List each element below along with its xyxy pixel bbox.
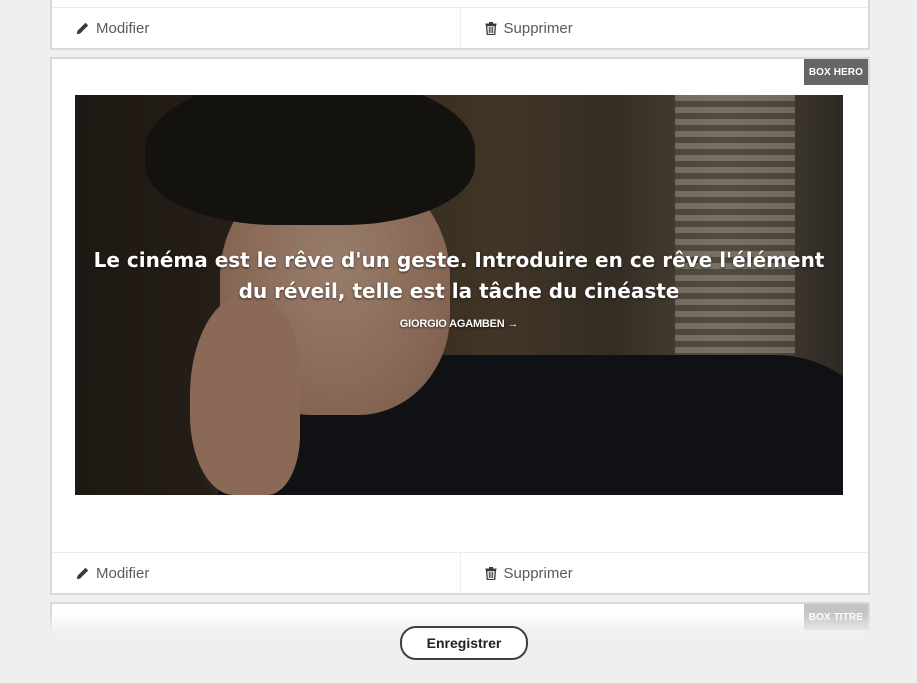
trash-icon xyxy=(485,21,496,35)
hero-author-link[interactable]: GIORGIO AGAMBEN → xyxy=(75,318,843,330)
edit-button[interactable]: Modifier xyxy=(52,553,460,593)
hero-box-card: BOX HERO Le cinéma est le rêve d'un gest… xyxy=(50,57,870,595)
edit-button[interactable]: Modifier xyxy=(52,8,460,48)
pencil-icon xyxy=(76,567,89,579)
delete-button[interactable]: Supprimer xyxy=(459,8,869,48)
delete-label: Supprimer xyxy=(503,564,573,582)
edit-label: Modifier xyxy=(96,19,150,37)
pencil-icon xyxy=(76,22,89,34)
edit-label: Modifier xyxy=(96,564,150,582)
hero-quote: Le cinéma est le rêve d'un geste. Introd… xyxy=(93,248,825,303)
card-actions: Modifier Supprimer xyxy=(52,552,868,593)
save-button[interactable]: Enregistrer xyxy=(400,626,528,660)
previous-box-card: Modifier Supprimer xyxy=(50,0,870,50)
delete-label: Supprimer xyxy=(503,19,573,37)
trash-icon xyxy=(485,566,496,580)
card-actions: Modifier Supprimer xyxy=(52,7,868,48)
delete-button[interactable]: Supprimer xyxy=(459,553,869,593)
hero-image: Le cinéma est le rêve d'un geste. Introd… xyxy=(75,95,843,495)
box-type-badge: BOX HERO xyxy=(803,59,868,85)
